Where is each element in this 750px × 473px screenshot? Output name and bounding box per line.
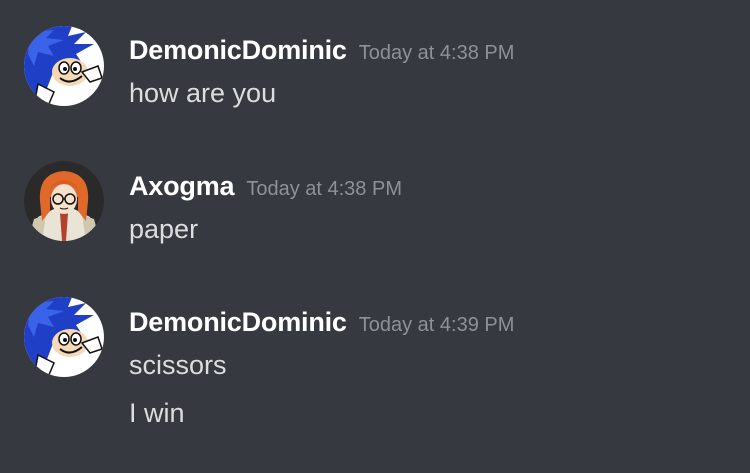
chat-message-list: DemonicDominic Today at 4:38 PM how are y… — [0, 0, 750, 473]
sonic-avatar-icon[interactable] — [24, 26, 104, 106]
message-header: Axogma Today at 4:38 PM — [129, 171, 402, 202]
timestamp: Today at 4:38 PM — [358, 42, 515, 64]
message-group: Axogma Today at 4:38 PM paper — [0, 161, 750, 251]
timestamp: Today at 4:39 PM — [358, 314, 515, 336]
timestamp: Today at 4:38 PM — [246, 178, 402, 200]
sonic-avatar-icon[interactable] — [24, 297, 104, 377]
message-header: DemonicDominic Today at 4:38 PM — [129, 35, 514, 66]
message-text: scissors — [129, 350, 227, 380]
username[interactable]: DemonicDominic — [129, 307, 347, 337]
message-header: DemonicDominic Today at 4:39 PM — [129, 307, 514, 338]
anime-girl-avatar-icon[interactable] — [24, 161, 104, 241]
message-text: I win — [129, 398, 185, 428]
message-text: how are you — [129, 78, 277, 108]
username[interactable]: DemonicDominic — [129, 35, 347, 65]
message-group: DemonicDominic Today at 4:39 PM scissors … — [0, 297, 750, 437]
username[interactable]: Axogma — [129, 171, 235, 201]
message-text: paper — [129, 214, 199, 244]
message-group: DemonicDominic Today at 4:38 PM how are y… — [0, 25, 750, 115]
